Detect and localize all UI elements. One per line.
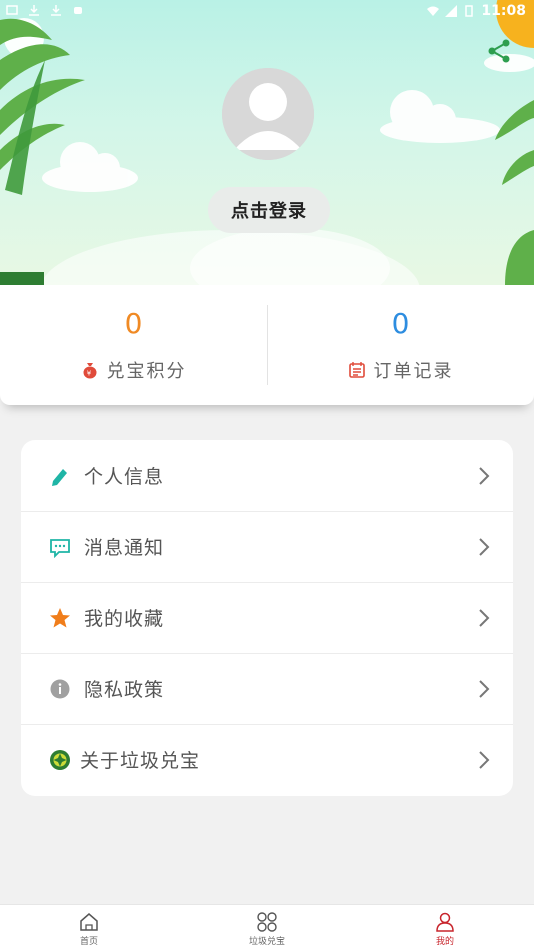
nav-label: 垃圾兑宝 — [248, 937, 285, 947]
menu-item-profile[interactable]: 个人信息 — [21, 440, 513, 511]
battery-icon — [465, 5, 474, 17]
message-icon — [50, 538, 70, 558]
menu-item-label: 我的收藏 — [84, 608, 165, 630]
orders-value: 0 — [391, 307, 410, 340]
download-icon — [29, 5, 39, 16]
nav-exchange[interactable]: 垃圾兑宝 — [178, 905, 356, 950]
status-bar: 11:08 — [0, 0, 534, 24]
points-stat[interactable]: 0 ¥ 兑宝积分 — [0, 285, 267, 405]
wifi-icon — [427, 6, 440, 16]
menu-item-label: 隐私政策 — [84, 679, 165, 701]
stats-card: 0 ¥ 兑宝积分 0 订单记录 — [0, 285, 534, 405]
bottom-navigation: 首页 垃圾兑宝 我的 — [0, 904, 534, 950]
home-icon — [80, 913, 98, 931]
orders-stat[interactable]: 0 订单记录 — [267, 285, 534, 405]
login-button[interactable]: 点击登录 — [208, 187, 330, 233]
chevron-right-icon — [479, 608, 490, 627]
nav-label: 我的 — [435, 937, 454, 947]
pencil-icon — [52, 468, 67, 486]
notification-icon — [6, 5, 18, 15]
points-label: 兑宝积分 — [106, 361, 187, 382]
menu-card: 个人信息 消息通知 我的收藏 隐私政策 关于垃圾兑宝 — [21, 440, 513, 796]
menu-item-label: 消息通知 — [84, 537, 165, 559]
signal-icon — [445, 5, 458, 17]
status-time: 11:08 — [481, 3, 526, 19]
share-icon[interactable] — [486, 38, 512, 64]
download-icon — [51, 5, 61, 16]
nav-home[interactable]: 首页 — [0, 905, 178, 950]
menu-item-notifications[interactable]: 消息通知 — [21, 511, 513, 582]
menu-item-about[interactable]: 关于垃圾兑宝 — [21, 724, 513, 795]
android-icon — [74, 7, 82, 14]
menu-item-favorites[interactable]: 我的收藏 — [21, 582, 513, 653]
menu-item-label: 关于垃圾兑宝 — [80, 750, 201, 772]
chevron-right-icon — [479, 466, 490, 485]
calendar-icon — [348, 362, 365, 378]
chevron-right-icon — [479, 750, 490, 769]
info-icon — [50, 679, 70, 698]
user-icon — [436, 912, 454, 932]
nav-mine[interactable]: 我的 — [356, 905, 534, 950]
grid-icon — [257, 912, 277, 932]
points-value: 0 — [124, 307, 143, 340]
menu-item-privacy[interactable]: 隐私政策 — [21, 653, 513, 724]
menu-item-label: 个人信息 — [84, 466, 165, 488]
svg-text:¥: ¥ — [86, 370, 92, 378]
default-avatar-icon — [222, 68, 314, 160]
avatar[interactable] — [222, 68, 314, 160]
chevron-right-icon — [479, 679, 490, 698]
star-icon — [50, 607, 70, 627]
chevron-right-icon — [479, 537, 490, 556]
money-bag-icon: ¥ — [83, 363, 96, 379]
nav-label: 首页 — [79, 937, 98, 947]
orders-label: 订单记录 — [373, 361, 454, 382]
app-logo-icon — [50, 749, 70, 770]
profile-header: 11:08 点击登录 — [0, 0, 534, 285]
